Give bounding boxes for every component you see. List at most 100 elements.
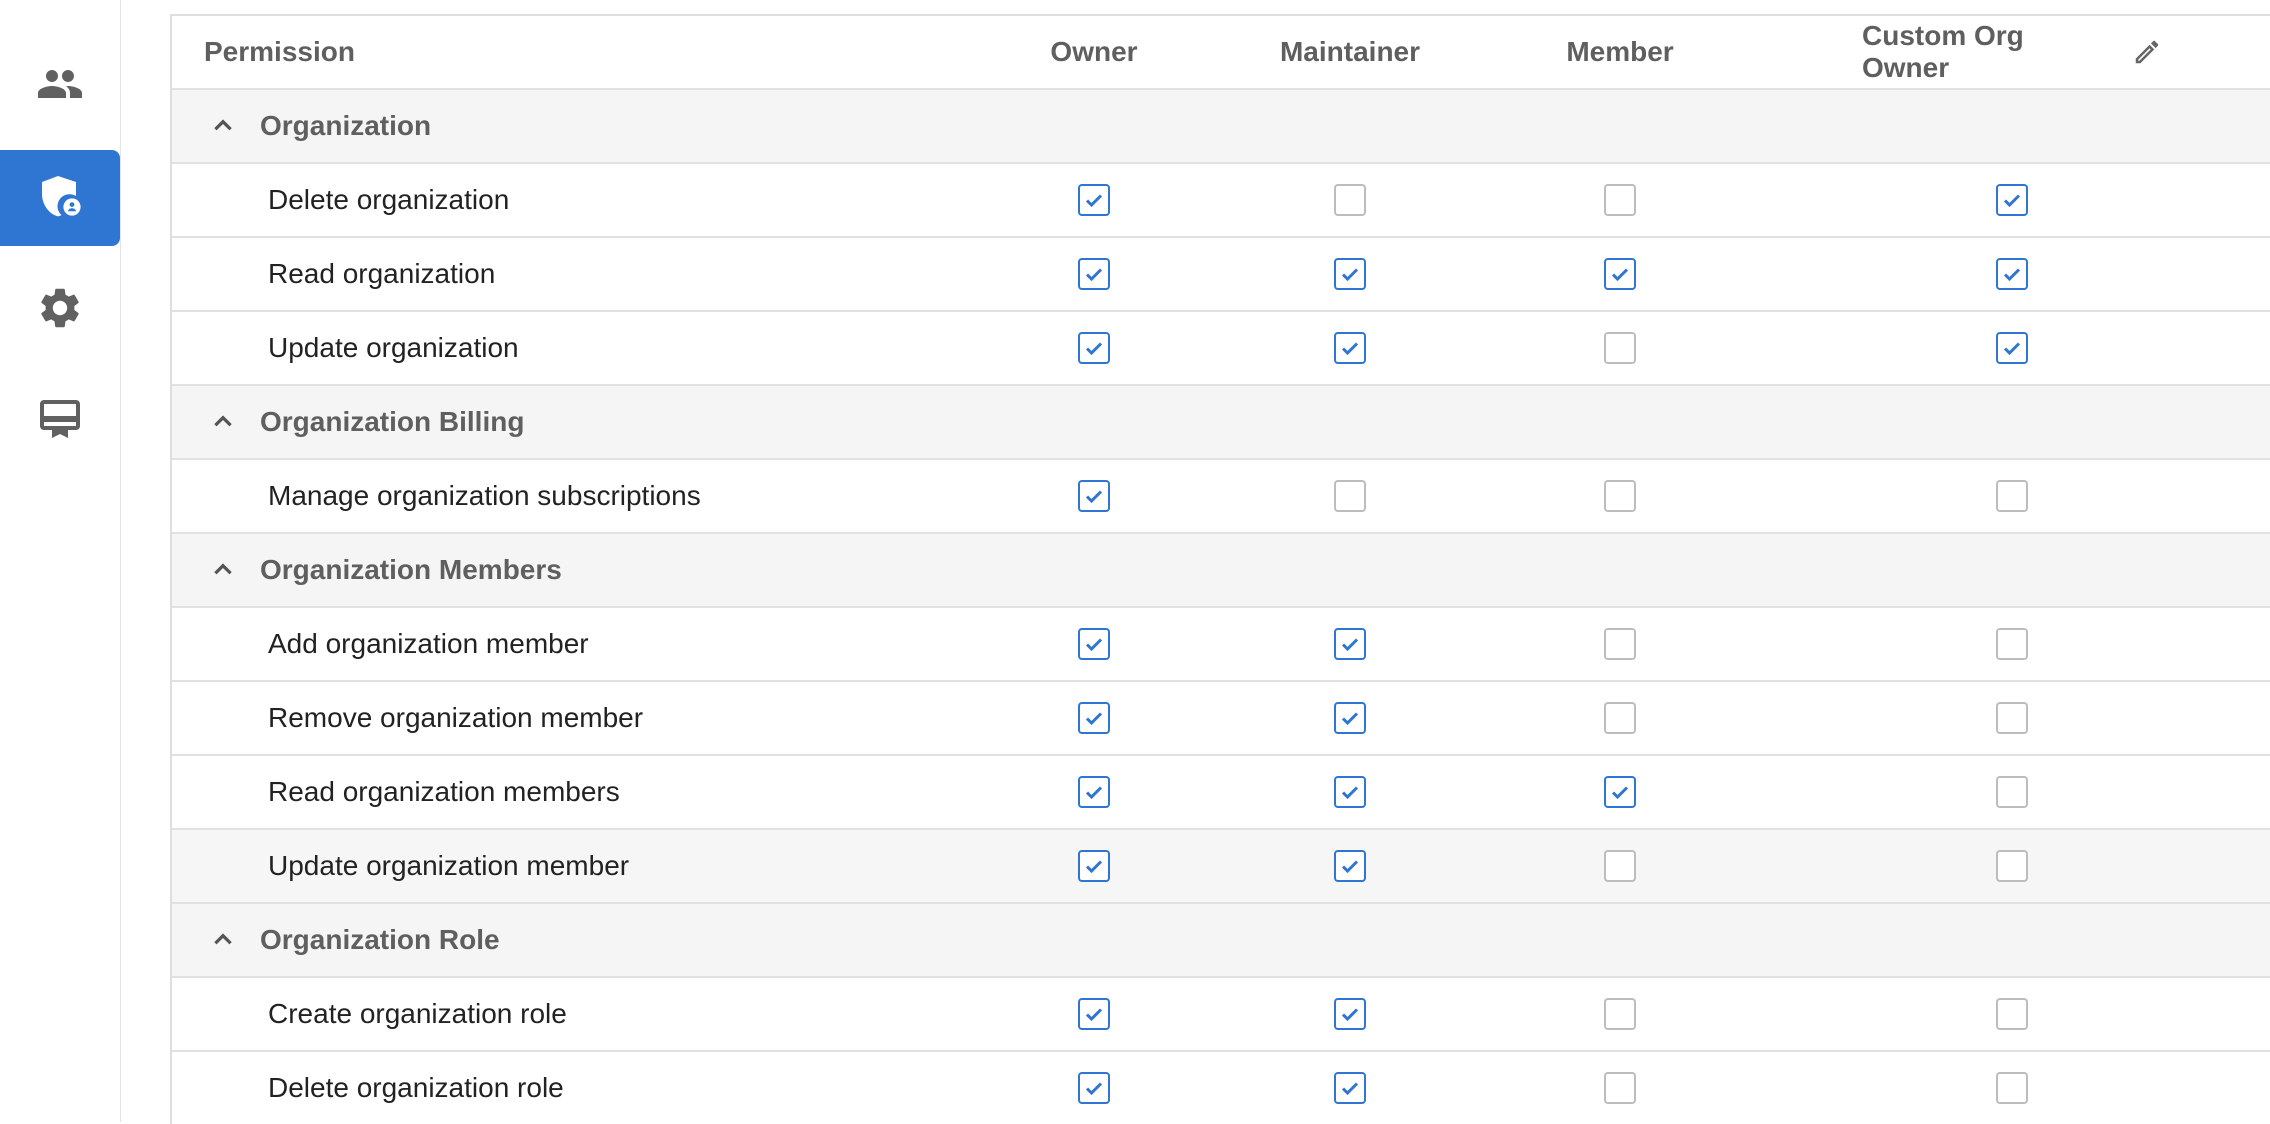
permission-checkbox[interactable] <box>1078 776 1110 808</box>
permission-checkbox[interactable] <box>1334 1072 1366 1104</box>
permission-cell-maintainer <box>1200 682 1500 754</box>
permission-cell-owner <box>944 312 1244 384</box>
permission-checkbox[interactable] <box>1604 332 1636 364</box>
permission-cell-maintainer <box>1200 830 1500 902</box>
group-row: Organization Billing <box>172 386 2270 460</box>
permission-label: Delete organization <box>268 184 510 215</box>
group-label: Organization Members <box>260 554 562 585</box>
permission-cell-member <box>1470 608 1770 680</box>
permission-row: Manage organization subscriptions <box>172 460 2270 534</box>
pencil-icon[interactable] <box>2132 37 2162 67</box>
permission-label: Read organization members <box>268 776 620 807</box>
permission-cell-member <box>1470 978 1770 1050</box>
permission-label: Read organization <box>268 258 496 289</box>
permission-checkbox[interactable] <box>1078 1072 1110 1104</box>
table-header-row: Permission Owner Maintainer Member Custo… <box>172 16 2270 90</box>
permission-label: Update organization member <box>268 850 630 881</box>
permission-checkbox[interactable] <box>1604 628 1636 660</box>
permission-checkbox[interactable] <box>1604 850 1636 882</box>
permission-cell-maintainer <box>1200 756 1500 828</box>
permission-checkbox[interactable] <box>1604 702 1636 734</box>
group-label: Organization Billing <box>260 406 525 437</box>
permission-cell-custom-role <box>1862 756 2162 828</box>
column-header-member: Member <box>1566 36 1674 67</box>
permission-checkbox[interactable] <box>1334 258 1366 290</box>
permission-checkbox[interactable] <box>1078 850 1110 882</box>
column-header-custom-role-label: Custom Org Owner <box>1862 20 2024 83</box>
permission-cell-member <box>1470 682 1770 754</box>
permission-checkbox[interactable] <box>1996 1072 2028 1104</box>
permission-checkbox[interactable] <box>1604 776 1636 808</box>
permission-label: Update organization <box>268 332 519 363</box>
permission-cell-member <box>1470 312 1770 384</box>
permission-row: Read organization members <box>172 756 2270 830</box>
sidebar-item-members[interactable] <box>0 38 120 134</box>
group-label: Organization Role <box>260 924 500 955</box>
permission-checkbox[interactable] <box>1334 628 1366 660</box>
permission-checkbox[interactable] <box>1334 776 1366 808</box>
permission-checkbox[interactable] <box>1078 702 1110 734</box>
chevron-up-icon[interactable] <box>210 386 236 458</box>
permission-cell-owner <box>944 1052 1244 1124</box>
sidebar-item-billing[interactable] <box>0 372 120 468</box>
shield-user-icon <box>36 172 84 225</box>
permission-cell-owner <box>944 756 1244 828</box>
permission-cell-owner <box>944 164 1244 236</box>
permission-checkbox[interactable] <box>1996 258 2028 290</box>
chevron-up-icon[interactable] <box>210 904 236 976</box>
group-label: Organization <box>260 110 432 141</box>
permission-checkbox[interactable] <box>1334 480 1366 512</box>
gear-icon <box>36 284 84 337</box>
permission-cell-owner <box>944 238 1244 310</box>
permission-cell-member <box>1470 238 1770 310</box>
sidebar <box>0 0 121 1122</box>
permission-checkbox[interactable] <box>1078 184 1110 216</box>
permission-checkbox[interactable] <box>1078 628 1110 660</box>
permission-cell-custom-role <box>1862 164 2162 236</box>
permission-cell-custom-role <box>1862 978 2162 1050</box>
permission-cell-member <box>1470 830 1770 902</box>
column-header-permission: Permission <box>204 36 355 67</box>
permission-checkbox[interactable] <box>1604 184 1636 216</box>
permission-checkbox[interactable] <box>1078 480 1110 512</box>
permission-cell-owner <box>944 608 1244 680</box>
permission-checkbox[interactable] <box>1078 332 1110 364</box>
column-header-owner: Owner <box>1050 36 1138 67</box>
group-row: Organization <box>172 90 2270 164</box>
permission-checkbox[interactable] <box>1604 480 1636 512</box>
permission-label: Manage organization subscriptions <box>268 480 701 511</box>
sidebar-item-settings[interactable] <box>0 262 120 358</box>
permission-cell-custom-role <box>1862 312 2162 384</box>
permission-checkbox[interactable] <box>1334 998 1366 1030</box>
permission-checkbox[interactable] <box>1996 702 2028 734</box>
permission-checkbox[interactable] <box>1996 998 2028 1030</box>
permission-row: Update organization <box>172 312 2270 386</box>
permission-checkbox[interactable] <box>1604 998 1636 1030</box>
permission-cell-member <box>1470 164 1770 236</box>
permission-checkbox[interactable] <box>1996 332 2028 364</box>
chevron-up-icon[interactable] <box>210 534 236 606</box>
permission-checkbox[interactable] <box>1334 184 1366 216</box>
permission-checkbox[interactable] <box>1604 1072 1636 1104</box>
sidebar-item-roles[interactable] <box>0 150 120 246</box>
permission-checkbox[interactable] <box>1334 332 1366 364</box>
permission-row: Delete organization <box>172 164 2270 238</box>
permission-cell-custom-role <box>1862 238 2162 310</box>
permission-checkbox[interactable] <box>1996 480 2028 512</box>
permission-checkbox[interactable] <box>1334 702 1366 734</box>
permission-checkbox[interactable] <box>1334 850 1366 882</box>
permission-checkbox[interactable] <box>1078 258 1110 290</box>
permission-checkbox[interactable] <box>1078 998 1110 1030</box>
permission-checkbox[interactable] <box>1996 850 2028 882</box>
chevron-up-icon[interactable] <box>210 90 236 162</box>
permission-label: Delete organization role <box>268 1072 564 1103</box>
permission-cell-custom-role <box>1862 1052 2162 1124</box>
permission-checkbox[interactable] <box>1604 258 1636 290</box>
permission-checkbox[interactable] <box>1996 776 2028 808</box>
permission-checkbox[interactable] <box>1996 184 2028 216</box>
permission-checkbox[interactable] <box>1996 628 2028 660</box>
permission-cell-maintainer <box>1200 608 1500 680</box>
permission-row: Delete organization role <box>172 1052 2270 1124</box>
permission-cell-maintainer <box>1200 164 1500 236</box>
permissions-table: Permission Owner Maintainer Member Custo… <box>170 14 2270 1124</box>
